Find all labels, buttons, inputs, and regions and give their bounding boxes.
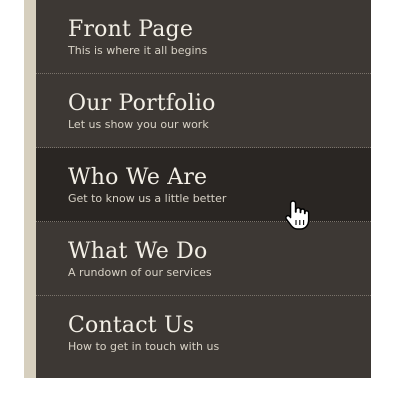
menu-item-subtitle: How to get in touch with us: [68, 340, 220, 353]
menu-item-front-page[interactable]: Front Page This is where it all begins: [36, 0, 371, 74]
menu-item-subtitle: Get to know us a little better: [68, 192, 227, 205]
menu-item-title: Our Portfolio: [68, 91, 216, 116]
navigation-menu: Front Page This is where it all begins O…: [36, 0, 371, 378]
menu-item-subtitle: A rundown of our services: [68, 266, 212, 279]
menu-item-title: Front Page: [68, 17, 194, 42]
menu-item-who-we-are[interactable]: Who We Are Get to know us a little bette…: [36, 148, 371, 222]
menu-side-rail: [24, 0, 36, 378]
menu-item-our-portfolio[interactable]: Our Portfolio Let us show you our work: [36, 74, 371, 148]
hand-pointer-icon: [285, 200, 310, 230]
menu-item-title: What We Do: [68, 239, 208, 264]
menu-item-title: Who We Are: [68, 165, 208, 190]
menu-item-title: Contact Us: [68, 313, 195, 338]
menu-item-what-we-do[interactable]: What We Do A rundown of our services: [36, 222, 371, 296]
menu-item-subtitle: Let us show you our work: [68, 118, 209, 131]
page: Front Page This is where it all begins O…: [0, 0, 409, 404]
menu-item-contact-us[interactable]: Contact Us How to get in touch with us: [36, 296, 371, 370]
menu-item-subtitle: This is where it all begins: [68, 44, 208, 57]
